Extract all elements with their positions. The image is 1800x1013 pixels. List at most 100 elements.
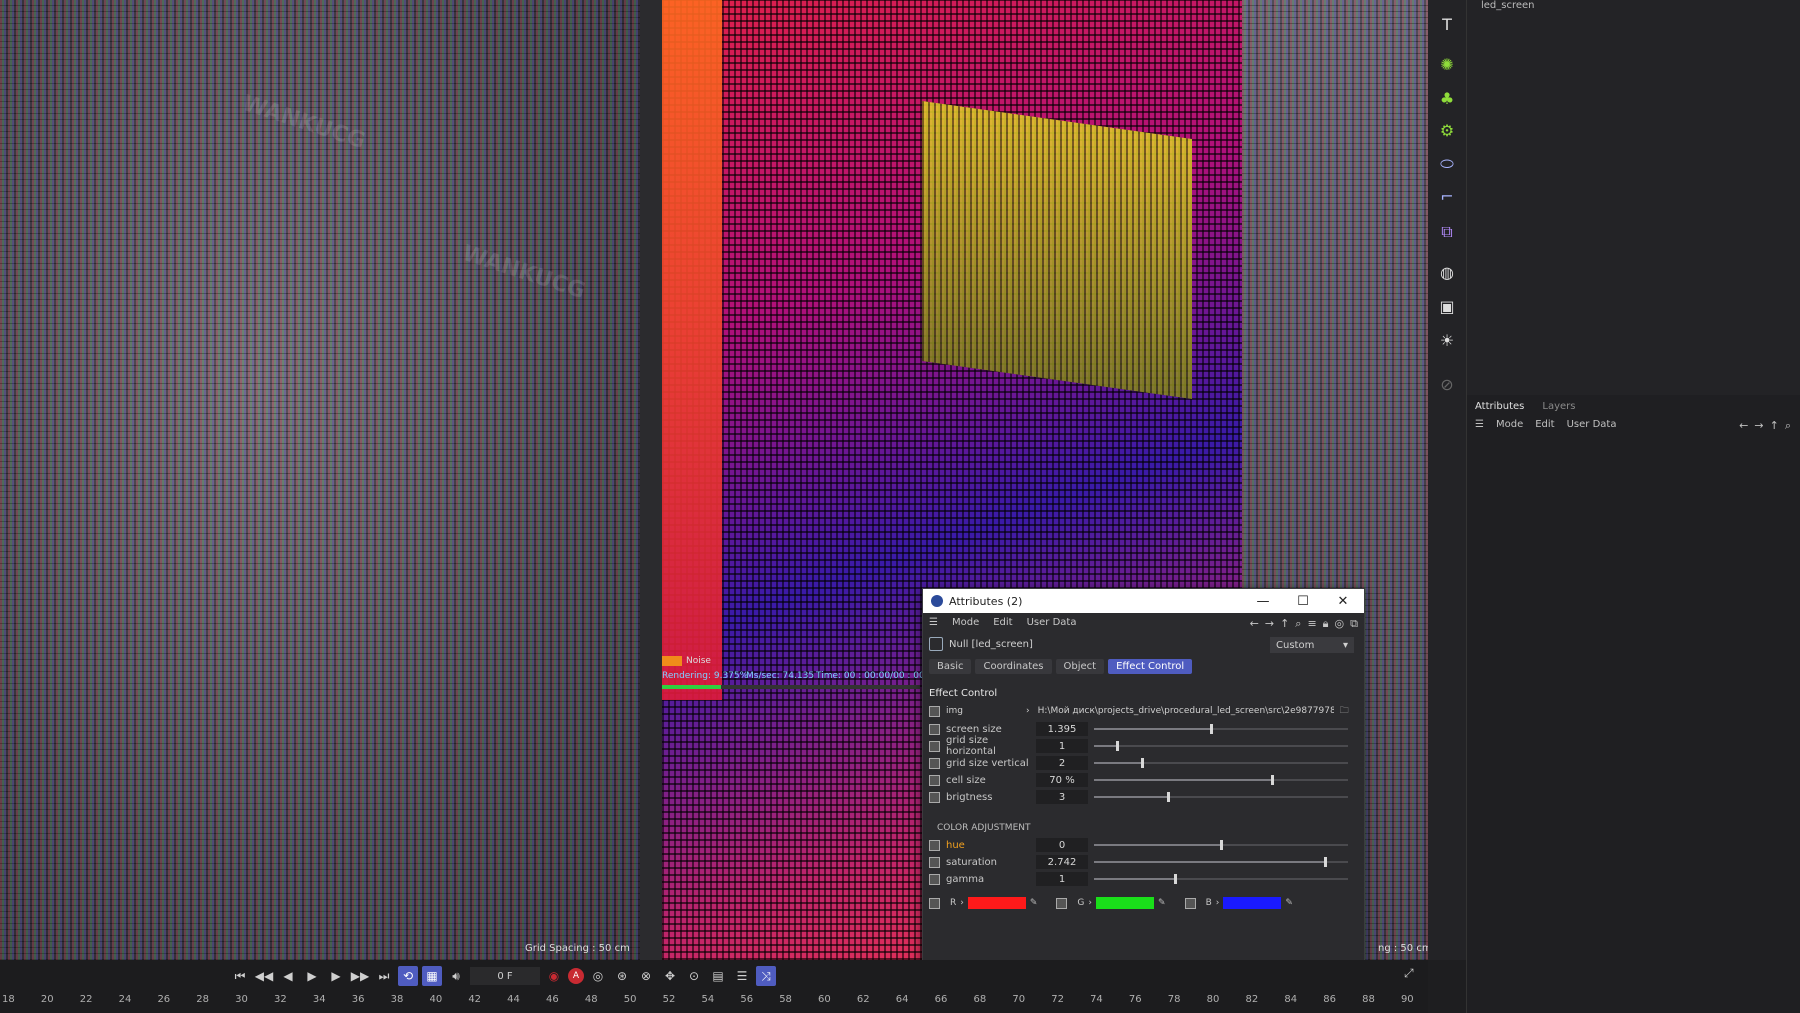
param-slider[interactable] (1094, 838, 1348, 852)
mode-select[interactable]: Custom ▾ (1270, 637, 1354, 653)
generator-icon[interactable]: ✺ (1437, 54, 1457, 74)
animate-toggle[interactable] (929, 723, 940, 735)
gear-icon[interactable]: ⚙ (1437, 120, 1457, 140)
slider-knob[interactable] (1324, 857, 1328, 867)
param-value-field[interactable]: 1 (1036, 872, 1088, 886)
animate-toggle[interactable] (929, 856, 940, 868)
slider-knob[interactable] (1166, 792, 1170, 802)
forward-arrow-icon[interactable]: → (1754, 419, 1763, 433)
param-value-field[interactable]: 1 (1036, 739, 1088, 753)
slider-knob[interactable] (1220, 840, 1223, 850)
text-tool-icon[interactable]: T (1437, 14, 1457, 34)
key-rotation-icon[interactable]: ⊗ (636, 966, 656, 986)
param-slider[interactable] (1094, 739, 1348, 753)
keyframe-mode-icon[interactable]: ▦ (422, 966, 442, 986)
tab-layers[interactable]: Layers (1542, 401, 1575, 412)
motion-icon[interactable]: ⤨ (756, 966, 776, 986)
param-value-field[interactable]: 70 % (1036, 773, 1088, 787)
folder-icon[interactable]: 🗀︎ (1340, 703, 1349, 719)
animate-toggle[interactable] (929, 839, 940, 851)
camera-icon[interactable]: ▣ (1437, 296, 1457, 316)
slider-knob[interactable] (1115, 741, 1119, 751)
key-layer-icon[interactable]: ☰ (732, 966, 752, 986)
back-arrow-icon[interactable]: ← (1250, 617, 1259, 631)
keyframe-icon[interactable]: ◎ (588, 966, 608, 986)
up-arrow-icon[interactable]: ↑ (1280, 617, 1289, 631)
next-frame-icon[interactable]: ▶ (326, 966, 346, 986)
channel-color-swatch[interactable] (967, 897, 1026, 909)
param-slider[interactable] (1094, 872, 1348, 886)
slider-knob[interactable] (1270, 775, 1274, 785)
frame-ruler[interactable]: 18 20 22 24 26 28 30 32 34 36 38 40 42 44 46 48 50 52 54 56… (0, 994, 1428, 1013)
globe-icon[interactable]: ◍ (1437, 262, 1457, 282)
param-value-field[interactable]: 3 (1036, 790, 1088, 804)
expand-chevron-icon[interactable]: › (1088, 898, 1092, 908)
maximize-icon[interactable]: ☐ (1283, 589, 1323, 613)
expand-chevron-icon[interactable]: › (1026, 706, 1030, 716)
key-scale-icon[interactable]: ✥ (660, 966, 680, 986)
previous-key-icon[interactable]: ◀◀ (254, 966, 274, 986)
pen-icon[interactable]: ⊘ (1437, 374, 1457, 394)
param-slider[interactable] (1094, 790, 1348, 804)
record-icon[interactable]: ◉ (544, 966, 564, 986)
forward-arrow-icon[interactable]: → (1265, 617, 1274, 631)
animate-toggle[interactable] (929, 791, 940, 803)
filter-icon[interactable]: ≡ (1307, 617, 1316, 631)
light-icon[interactable]: ☀ (1437, 330, 1457, 350)
param-slider[interactable] (1094, 773, 1348, 787)
animate-toggle[interactable] (929, 897, 940, 909)
animate-toggle[interactable] (1056, 897, 1068, 909)
close-icon[interactable]: ✕ (1323, 589, 1363, 613)
param-slider[interactable] (1094, 855, 1348, 869)
param-value-field[interactable]: 2.742 (1036, 855, 1088, 869)
go-to-start-icon[interactable]: ⏮ (230, 966, 250, 986)
menu-edit[interactable]: Edit (1535, 419, 1554, 430)
img-path-field[interactable]: H:\Мой диск\projects_drive\procedural_le… (1038, 706, 1334, 716)
animate-toggle[interactable] (929, 757, 940, 769)
current-frame-field[interactable]: 0 F (470, 967, 540, 985)
channel-color-swatch[interactable] (1096, 897, 1155, 909)
param-value-field[interactable]: 2 (1036, 756, 1088, 770)
animate-toggle[interactable] (1184, 897, 1196, 909)
animate-toggle[interactable] (929, 873, 940, 885)
object-item-top[interactable]: led_screen (1481, 0, 1535, 11)
eyedropper-icon[interactable]: ✎ (1030, 898, 1038, 908)
tab-effect-control[interactable]: Effect Control (1108, 659, 1193, 674)
animate-toggle[interactable] (929, 740, 940, 752)
field-icon[interactable]: ⧉ (1437, 222, 1457, 242)
animate-toggle[interactable] (929, 705, 940, 717)
previous-frame-icon[interactable]: ◀ (278, 966, 298, 986)
param-value-field[interactable]: 1.395 (1036, 722, 1088, 736)
animate-toggle[interactable] (929, 774, 940, 786)
next-key-icon[interactable]: ▶▶ (350, 966, 370, 986)
go-to-end-icon[interactable]: ⏭ (374, 966, 394, 986)
expand-chevron-icon[interactable]: › (960, 898, 964, 908)
slider-knob[interactable] (1174, 874, 1178, 884)
cloner-icon[interactable]: ♣ (1437, 88, 1457, 108)
play-icon[interactable]: ▶ (302, 966, 322, 986)
search-icon[interactable]: ⌕ (1295, 617, 1301, 631)
viewport-divider[interactable] (640, 0, 662, 960)
key-position-icon[interactable]: ⊛ (612, 966, 632, 986)
back-arrow-icon[interactable]: ← (1739, 419, 1748, 433)
tab-attributes[interactable]: Attributes (1475, 401, 1524, 412)
tab-coordinates[interactable]: Coordinates (975, 659, 1052, 674)
autokey-icon[interactable]: A (568, 968, 584, 984)
menu-mode[interactable]: Mode (952, 617, 979, 628)
window-titlebar[interactable]: Attributes (2) — ☐ ✕ (923, 589, 1364, 613)
param-slider[interactable] (1094, 722, 1348, 736)
target-icon[interactable]: ◎ (1335, 617, 1345, 631)
viewport-left[interactable] (0, 0, 640, 960)
tab-basic[interactable]: Basic (929, 659, 972, 674)
hamburger-icon[interactable]: ☰ (1475, 419, 1484, 430)
expand-chevron-icon[interactable]: › (1216, 898, 1220, 908)
param-value-field[interactable]: 0 (1036, 838, 1088, 852)
minimize-icon[interactable]: — (1243, 589, 1283, 613)
tab-object[interactable]: Object (1055, 659, 1105, 674)
menu-edit[interactable]: Edit (993, 617, 1012, 628)
eyedropper-icon[interactable]: ✎ (1158, 898, 1166, 908)
menu-mode[interactable]: Mode (1496, 419, 1523, 430)
loop-icon[interactable]: ⟲ (398, 966, 418, 986)
search-icon[interactable]: ⌕ (1785, 419, 1791, 433)
key-pla-icon[interactable]: ▤ (708, 966, 728, 986)
